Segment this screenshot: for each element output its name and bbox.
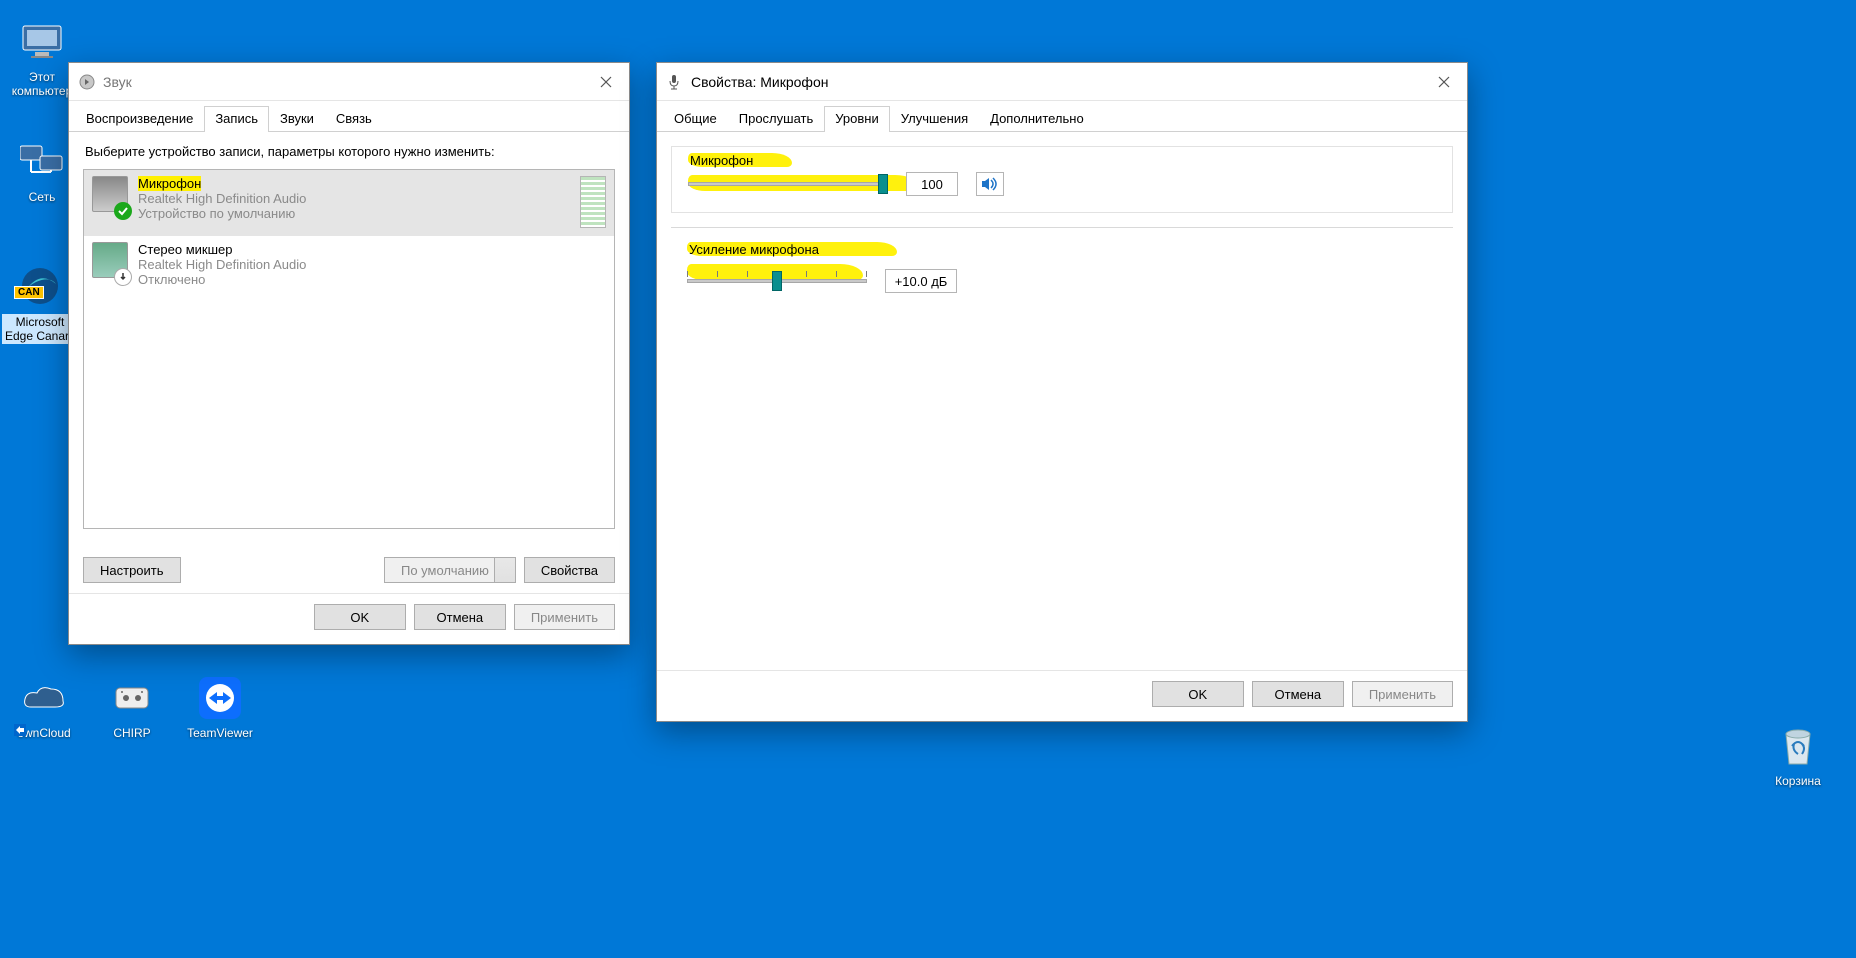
device-driver: Realtek High Definition Audio: [138, 257, 306, 272]
button-label: Отмена: [1275, 687, 1322, 702]
button-label: Отмена: [437, 610, 484, 625]
desktop-icon-teamviewer[interactable]: TeamViewer: [182, 674, 258, 740]
window-title: Звук: [103, 74, 583, 90]
edge-canary-icon: CAN: [16, 262, 64, 310]
sound-title-icon: [79, 74, 95, 90]
tab-levels[interactable]: Уровни: [824, 106, 889, 132]
tab-recording[interactable]: Запись: [204, 106, 269, 132]
speaker-icon: [981, 176, 999, 192]
button-label: Настроить: [100, 563, 164, 578]
level-meter: [580, 176, 606, 228]
tab-listen[interactable]: Прослушать: [728, 106, 825, 132]
desktop-icon-chirp[interactable]: CHIRP: [94, 674, 170, 740]
chevron-down-icon: [501, 565, 511, 575]
button-label: По умолчанию: [401, 563, 489, 578]
device-stereo-mix[interactable]: Стерео микшер Realtek High Definition Au…: [84, 236, 614, 295]
sound-window: Звук Воспроизведение Запись Звуки Связь …: [68, 62, 630, 645]
tab-general[interactable]: Общие: [663, 106, 728, 132]
titlebar[interactable]: Звук: [69, 63, 629, 101]
device-driver: Realtek High Definition Audio: [138, 191, 306, 206]
default-device-badge-icon: [114, 202, 132, 220]
microphone-device-icon: [92, 176, 128, 216]
ok-button[interactable]: OK: [314, 604, 406, 630]
instruction-text: Выберите устройство записи, параметры ко…: [85, 144, 615, 159]
stereo-mix-device-icon: [92, 242, 128, 282]
ok-button[interactable]: OK: [1152, 681, 1244, 707]
tab-sounds[interactable]: Звуки: [269, 106, 325, 132]
button-label: Свойства: [541, 563, 598, 578]
close-icon: [1438, 76, 1450, 88]
network-icon: [18, 138, 66, 186]
device-status: Устройство по умолчанию: [138, 206, 306, 221]
cancel-button[interactable]: Отмена: [1252, 681, 1344, 707]
desktop-icon-edge-canary[interactable]: CAN Microsoft Edge Canary: [2, 262, 78, 344]
cancel-button[interactable]: Отмена: [414, 604, 506, 630]
apply-button[interactable]: Применить: [514, 604, 615, 630]
close-button[interactable]: [1421, 63, 1467, 101]
tab-enhancements[interactable]: Улучшения: [890, 106, 979, 132]
button-label: Применить: [1369, 687, 1436, 702]
button-label: Применить: [531, 610, 598, 625]
configure-button[interactable]: Настроить: [83, 557, 181, 583]
desktop-icon-recycle-bin[interactable]: Корзина: [1760, 722, 1836, 788]
slider-thumb[interactable]: [772, 271, 782, 291]
device-microphone[interactable]: Микрофон Realtek High Definition Audio У…: [84, 170, 614, 236]
device-list[interactable]: Микрофон Realtek High Definition Audio У…: [83, 169, 615, 529]
slider-thumb[interactable]: [878, 174, 888, 194]
close-icon: [600, 76, 612, 88]
mic-boost-slider[interactable]: [687, 269, 867, 293]
apply-button[interactable]: Применить: [1352, 681, 1453, 707]
tab-strip: Воспроизведение Запись Звуки Связь: [69, 101, 629, 132]
tab-communications[interactable]: Связь: [325, 106, 383, 132]
window-title: Свойства: Микрофон: [691, 74, 1421, 90]
mute-button[interactable]: [976, 172, 1004, 196]
device-name: Стерео микшер: [138, 242, 306, 257]
mic-properties-window: Свойства: Микрофон Общие Прослушать Уров…: [656, 62, 1468, 722]
tab-playback[interactable]: Воспроизведение: [75, 106, 204, 132]
chirp-icon: [108, 674, 156, 722]
device-name: Микрофон: [138, 176, 201, 191]
device-status: Отключено: [138, 272, 306, 287]
properties-button[interactable]: Свойства: [524, 557, 615, 583]
button-label: OK: [1188, 687, 1207, 702]
disabled-device-badge-icon: [114, 268, 132, 286]
mic-level-label: Микрофон: [690, 153, 753, 168]
recycle-bin-icon: [1774, 722, 1822, 770]
this-pc-icon: [18, 18, 66, 66]
titlebar[interactable]: Свойства: Микрофон: [657, 63, 1467, 101]
mic-level-value: 100: [906, 172, 958, 196]
tab-advanced[interactable]: Дополнительно: [979, 106, 1095, 132]
desktop-icon-label: CHIRP: [94, 726, 170, 740]
mic-boost-value: +10.0 дБ: [885, 269, 957, 293]
desktop-icon-label: Microsoft Edge Canary: [2, 314, 78, 344]
microphone-title-icon: [667, 74, 683, 90]
close-button[interactable]: [583, 63, 629, 101]
set-default-button[interactable]: По умолчанию: [384, 557, 516, 583]
desktop-icon-label: Корзина: [1760, 774, 1836, 788]
mic-boost-label: Усиление микрофона: [689, 242, 819, 257]
desktop-icon-label: TeamViewer: [182, 726, 258, 740]
mic-level-slider[interactable]: [688, 172, 888, 196]
owncloud-icon: [20, 674, 68, 722]
desktop-icon-owncloud[interactable]: ownCloud: [6, 674, 82, 740]
tab-strip: Общие Прослушать Уровни Улучшения Дополн…: [657, 101, 1467, 132]
button-label: OK: [350, 610, 369, 625]
canary-badge: CAN: [14, 286, 44, 299]
teamviewer-icon: [196, 674, 244, 722]
